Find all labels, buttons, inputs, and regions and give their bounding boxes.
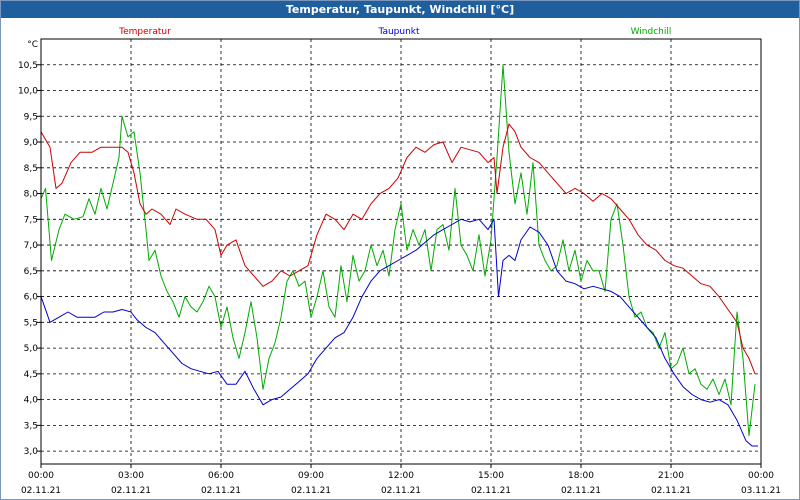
x-tick-time-label: 18:00	[568, 471, 594, 481]
x-tick-date-label: 02.11.21	[381, 486, 421, 496]
x-tick-date-label: 02.11.21	[561, 486, 601, 496]
y-axis-unit: °C	[27, 40, 38, 50]
legend-temperatur: Temperatur	[118, 27, 171, 37]
y-tick-label: 8,5	[24, 164, 38, 174]
x-tick-time-label: 12:00	[388, 471, 414, 481]
y-tick-label: 9,5	[24, 112, 38, 122]
x-tick-date-label: 02.11.21	[111, 486, 151, 496]
legend-windchill: Windchill	[631, 27, 672, 37]
y-tick-label: 8,0	[24, 190, 39, 200]
y-tick-label: 6,0	[24, 293, 39, 303]
x-tick-date-label: 02.11.21	[201, 486, 241, 496]
x-tick-time-label: 00:00	[748, 471, 774, 481]
x-tick-date-label: 03.11.21	[741, 486, 781, 496]
x-tick-date-label: 02.11.21	[291, 486, 331, 496]
legend-taupunkt: Taupunkt	[377, 27, 420, 37]
y-tick-label: 5,5	[24, 318, 38, 328]
series-line-windchill	[40, 64, 756, 437]
x-tick-time-label: 06:00	[208, 471, 234, 481]
chart-window: Temperatur, Taupunkt, Windchill [°C] 3,0…	[0, 0, 800, 500]
y-tick-label: 10,5	[18, 61, 38, 71]
y-tick-label: 10,0	[18, 87, 38, 97]
y-tick-label: 4,5	[24, 370, 38, 380]
x-tick-time-label: 09:00	[298, 471, 324, 481]
x-tick-date-label: 02.11.21	[651, 486, 691, 496]
x-tick-time-label: 00:00	[28, 471, 54, 481]
chart: 3,0 3,5 4,0 4,5 5,0 5,5 6,0 6,5 7,0 7,5 8,0 8,5 9,0 9…	[18, 27, 781, 496]
y-tick-label: 7,0	[24, 241, 39, 251]
y-tick-label: 3,5	[24, 421, 38, 431]
x-tick-date-label: 02.11.21	[21, 486, 61, 496]
x-tick-date-label: 02.11.21	[471, 486, 511, 496]
y-tick-label: 9,0	[24, 138, 39, 148]
y-tick-label: 3,0	[24, 447, 39, 457]
x-tick-time-label: 21:00	[658, 471, 684, 481]
y-tick-label: 5,0	[24, 344, 39, 354]
y-tick-label: 6,5	[24, 267, 38, 277]
x-tick-time-label: 03:00	[118, 471, 144, 481]
y-tick-label: 4,0	[24, 396, 39, 406]
y-tick-label: 7,5	[24, 215, 38, 225]
x-tick-time-label: 15:00	[478, 471, 504, 481]
